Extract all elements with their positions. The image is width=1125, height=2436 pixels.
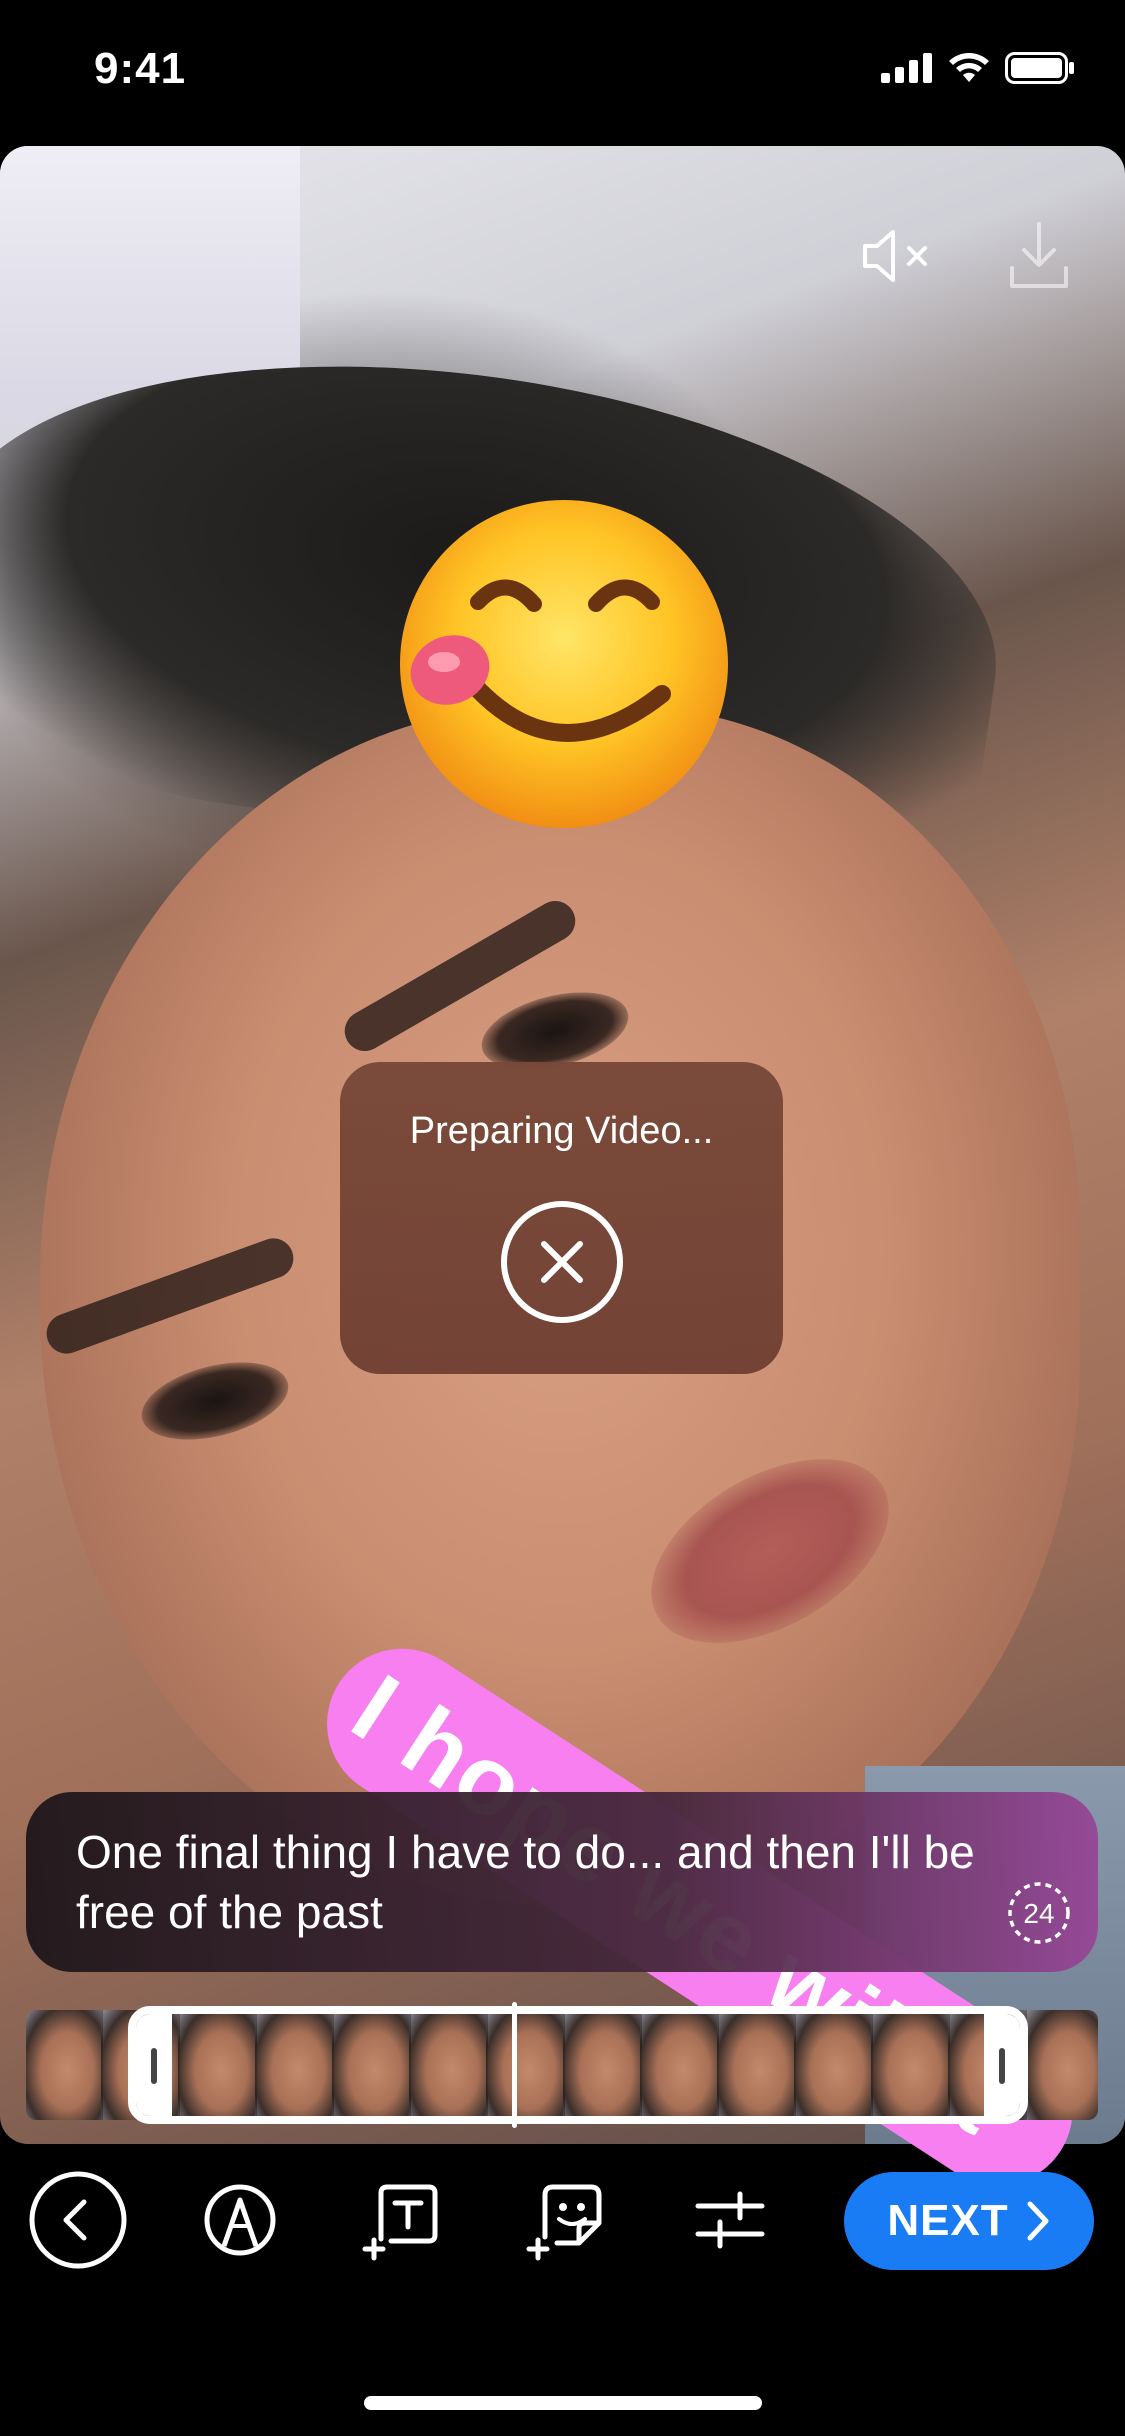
timeline-frame (1027, 2010, 1098, 2120)
status-time: 9:41 (94, 44, 187, 93)
back-button[interactable] (28, 2170, 128, 2270)
caption-bubble[interactable]: One final thing I have to do... and then… (26, 1792, 1098, 1972)
preparing-video-dialog: Preparing Video... (340, 1062, 783, 1374)
timer-badge-label: 24 (1023, 1898, 1054, 1929)
timer-badge-icon[interactable]: 24 (1006, 1880, 1072, 1946)
status-icons (881, 52, 1075, 84)
home-indicator[interactable] (364, 2396, 762, 2410)
timeline-frame (26, 2010, 103, 2120)
trim-handle-end[interactable] (984, 2014, 1020, 2116)
wifi-icon (949, 53, 989, 82)
back-icon (29, 2171, 127, 2269)
battery-icon (1005, 52, 1074, 84)
emoji-sticker[interactable] (398, 494, 730, 834)
cancel-processing-button[interactable] (498, 1198, 626, 1326)
adjust-icon (695, 2191, 765, 2249)
draw-button[interactable] (190, 2170, 290, 2270)
dialog-title: Preparing Video... (409, 1110, 714, 1152)
draw-icon (204, 2184, 276, 2256)
sticker-icon (526, 2184, 602, 2261)
signal-icon (881, 53, 932, 83)
add-sticker-button[interactable] (518, 2170, 618, 2270)
chevron-right-icon (1027, 2201, 1049, 2241)
download-icon (1010, 222, 1068, 288)
next-button[interactable]: NEXT (844, 2172, 1094, 2270)
trim-handle-start[interactable] (136, 2014, 172, 2116)
adjust-button[interactable] (680, 2170, 780, 2270)
caption-text: One final thing I have to do... and then… (76, 1826, 975, 1938)
download-button[interactable] (999, 216, 1079, 296)
media-top-controls (859, 216, 1079, 296)
text-icon (362, 2184, 438, 2261)
playhead[interactable] (512, 2002, 517, 2128)
mute-icon (863, 230, 927, 282)
close-icon (501, 1201, 623, 1323)
status-bar: 9:41 (0, 0, 1125, 140)
add-text-button[interactable] (354, 2170, 454, 2270)
trim-selection[interactable] (128, 2006, 1028, 2124)
next-label: NEXT (887, 2196, 1009, 2245)
video-timeline[interactable] (26, 2002, 1098, 2128)
mute-button[interactable] (859, 216, 939, 296)
